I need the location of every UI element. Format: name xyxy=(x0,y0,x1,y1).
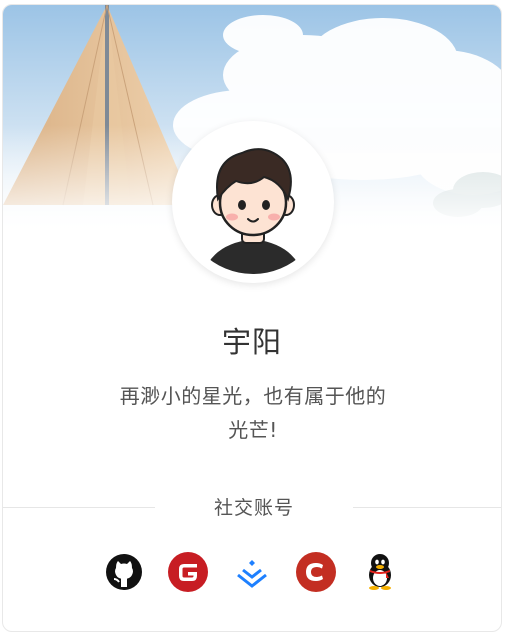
profile-card: 宇阳 再渺小的星光，也有属于他的 光芒! 社交账号 xyxy=(2,4,502,632)
csdn-icon xyxy=(295,551,337,593)
github-link[interactable] xyxy=(103,551,145,593)
profile-name: 宇阳 xyxy=(221,325,282,359)
bio-line-1: 再渺小的星光，也有属于他的 xyxy=(119,384,387,408)
gitee-icon xyxy=(167,551,209,593)
social-section-title: 社交账号 xyxy=(213,497,294,519)
qq-icon xyxy=(359,551,401,593)
profile-bio: 再渺小的星光，也有属于他的 光芒! xyxy=(83,379,423,447)
social-links xyxy=(3,551,501,597)
github-icon xyxy=(103,551,145,593)
csdn-link[interactable] xyxy=(295,551,337,593)
divider-right xyxy=(353,507,501,508)
avatar[interactable] xyxy=(172,121,334,283)
divider-left xyxy=(3,507,155,508)
gitee-link[interactable] xyxy=(167,551,209,593)
qq-link[interactable] xyxy=(359,551,401,593)
juejin-link[interactable] xyxy=(231,551,273,593)
juejin-icon xyxy=(231,551,273,593)
bio-line-2: 光芒! xyxy=(228,418,278,442)
